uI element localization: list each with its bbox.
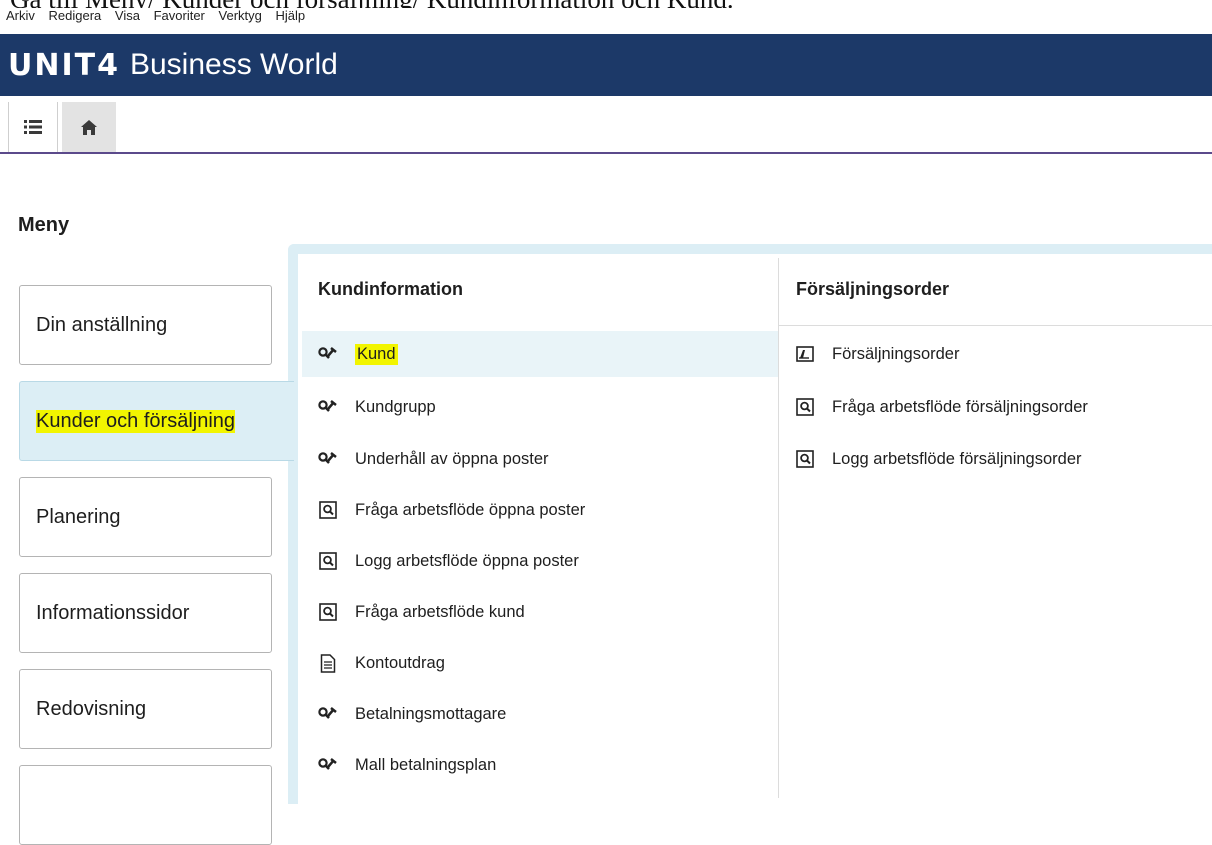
wrench-hammer-icon <box>317 448 339 470</box>
app-title-bar: UNIT4 Business World <box>0 34 1212 96</box>
category-tab-planering[interactable]: Planering <box>19 477 272 557</box>
home-button[interactable] <box>62 102 116 152</box>
menu-arkiv[interactable]: Arkiv <box>6 8 35 23</box>
wrench-hammer-icon <box>317 396 339 418</box>
wrench-hammer-icon <box>317 343 339 365</box>
menu-toggle-button[interactable] <box>8 102 58 152</box>
query-icon <box>317 601 339 623</box>
wrench-hammer-icon <box>317 754 339 776</box>
menu-item-logg-arbetsflode-oppna-poster[interactable]: Logg arbetsflöde öppna poster <box>302 538 778 584</box>
column-header-kundinformation: Kundinformation <box>318 279 463 299</box>
menu-item-fraga-arbetsflode-forsaljningsorder[interactable]: Fråga arbetsflöde försäljningsorder <box>779 384 1212 430</box>
menu-item-logg-arbetsflode-forsaljningsorder[interactable]: Logg arbetsflöde försäljningsorder <box>779 436 1212 482</box>
menu-visa[interactable]: Visa <box>115 8 140 23</box>
menu-item-label: Försäljningsorder <box>832 344 960 363</box>
menu-item-label: Logg arbetsflöde försäljningsorder <box>832 449 1082 468</box>
category-tab-label: Informationssidor <box>36 601 190 624</box>
category-tab-redovisning[interactable]: Redovisning <box>19 669 272 749</box>
toolbar-divider <box>0 152 1212 154</box>
menu-item-label: Fråga arbetsflöde kund <box>355 602 525 621</box>
category-tab-label: Redovisning <box>36 697 147 720</box>
home-icon <box>81 119 97 135</box>
category-tab-kunder-och-forsaljning[interactable]: Kunder och försäljning <box>19 381 294 461</box>
menu-item-label: Kontoutdrag <box>355 653 445 672</box>
query-icon <box>794 396 816 418</box>
menu-item-label: Kund <box>355 343 398 365</box>
form-icon <box>794 343 816 365</box>
list-icon <box>24 120 42 134</box>
category-tab-label: Planering <box>36 505 121 528</box>
toolbar <box>0 96 1212 154</box>
menu-item-forsaljningsorder[interactable]: Försäljningsorder <box>779 331 1212 377</box>
document-icon <box>317 652 339 674</box>
menu-item-kundgrupp[interactable]: Kundgrupp <box>302 384 778 430</box>
category-tab-more[interactable] <box>19 765 272 845</box>
menu-item-betalningsmottagare[interactable]: Betalningsmottagare <box>302 691 778 737</box>
menu-item-underhall-oppna-poster[interactable]: Underhåll av öppna poster <box>302 436 778 482</box>
menu-verktyg[interactable]: Verktyg <box>219 8 262 23</box>
menu-item-label: Mall betalningsplan <box>355 755 497 774</box>
category-tab-label: Kunder och försäljning <box>36 409 236 433</box>
menu-item-label: Logg arbetsflöde öppna poster <box>355 551 579 570</box>
unit4-logo: UNIT4 <box>8 47 120 83</box>
menu-item-label: Underhåll av öppna poster <box>355 449 549 468</box>
category-tab-informationssidor[interactable]: Informationssidor <box>19 573 272 653</box>
header-rule <box>779 325 1212 326</box>
query-icon <box>317 550 339 572</box>
wrench-hammer-icon <box>317 703 339 725</box>
menu-item-fraga-arbetsflode-oppna-poster[interactable]: Fråga arbetsflöde öppna poster <box>302 487 778 533</box>
menu-item-label: Fråga arbetsflöde försäljningsorder <box>832 397 1088 416</box>
query-icon <box>794 448 816 470</box>
menu-item-label: Betalningsmottagare <box>355 704 507 723</box>
page-title: Meny <box>18 214 70 236</box>
menu-item-label: Kundgrupp <box>355 397 436 416</box>
category-tab-din-anstallning[interactable]: Din anställning <box>19 285 272 365</box>
column-header-forsaljningsorder: Försäljningsorder <box>796 279 950 299</box>
menu-item-kund[interactable]: Kund <box>302 331 778 377</box>
query-icon <box>317 499 339 521</box>
menu-redigera[interactable]: Redigera <box>49 8 102 23</box>
menu-bar: Arkiv Redigera Visa Favoriter Verktyg Hj… <box>0 0 1212 34</box>
menu-item-fraga-arbetsflode-kund[interactable]: Fråga arbetsflöde kund <box>302 589 778 635</box>
category-tab-label: Din anställning <box>36 313 168 336</box>
menu-item-label: Fråga arbetsflöde öppna poster <box>355 500 586 519</box>
menu-item-kontoutdrag[interactable]: Kontoutdrag <box>302 640 778 686</box>
menu-hjalp[interactable]: Hjälp <box>276 8 306 23</box>
menu-favoriter[interactable]: Favoriter <box>154 8 205 23</box>
menu-item-mall-betalningsplan[interactable]: Mall betalningsplan <box>302 742 778 788</box>
app-title: Business World <box>129 48 338 81</box>
